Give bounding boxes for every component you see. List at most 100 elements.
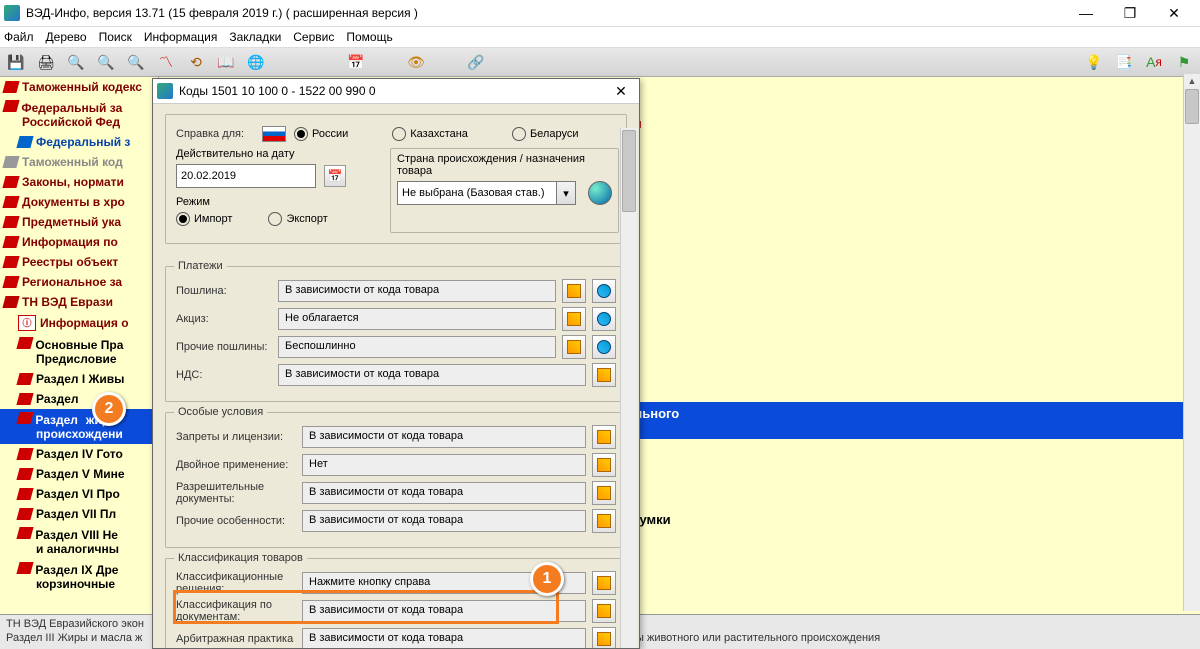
history-icon[interactable]: ⟲: [186, 52, 206, 72]
tree-item[interactable]: Федеральный заРоссийской Фед: [0, 97, 158, 132]
ban-button[interactable]: [592, 425, 616, 449]
dialog-titlebar: Коды 1501 10 100 0 - 1522 00 990 0 ✕: [153, 79, 639, 104]
status-line-1: ТН ВЭД Евразийского экон: [6, 618, 144, 630]
globe-icon[interactable]: 🌐: [246, 52, 266, 72]
dialog-close-button[interactable]: ✕: [607, 81, 635, 101]
menu-bookmarks[interactable]: Закладки: [229, 30, 281, 44]
ban-label: Запреты и лицензии:: [176, 431, 296, 443]
other-duty-label: Прочие пошлины:: [176, 341, 272, 353]
tree-item[interactable]: Раздел VIII Неи аналогичны: [0, 524, 158, 559]
radio-import[interactable]: Импорт: [176, 212, 232, 226]
radio-kazakhstan[interactable]: Казахстана: [392, 127, 468, 141]
maximize-button[interactable]: ❐: [1108, 0, 1152, 26]
tree-item[interactable]: Раздел VI Про: [0, 484, 158, 504]
dual-button[interactable]: [592, 453, 616, 477]
eye-icon[interactable]: 👁: [406, 52, 426, 72]
vat-detail-button[interactable]: [592, 363, 616, 387]
tree-item[interactable]: Региональное за: [0, 272, 158, 292]
tree-item[interactable]: Раздел IV Гото: [0, 444, 158, 464]
tree-item[interactable]: Документы в хро: [0, 192, 158, 212]
scroll-up-icon[interactable]: ▲: [1184, 74, 1200, 88]
dialog-scrollbar[interactable]: [620, 128, 637, 649]
dual-label: Двойное применение:: [176, 459, 296, 471]
date-input[interactable]: [176, 164, 316, 188]
radio-russia[interactable]: России: [294, 127, 348, 141]
arbitr-button[interactable]: [592, 627, 616, 649]
calendar-icon[interactable]: 📅: [346, 52, 366, 72]
tree-item[interactable]: Основные ПраПредисловие: [0, 334, 158, 369]
other-duty-value: Беспошлинно: [278, 336, 556, 358]
tree-item-selected[interactable]: Разделжирпроисхождени: [0, 409, 158, 444]
chart-icon[interactable]: 〽: [156, 52, 176, 72]
payments-group: Платежи Пошлина:В зависимости от кода то…: [165, 266, 627, 402]
bydoc-value: В зависимости от кода товара: [302, 600, 586, 622]
tree-item[interactable]: Законы, нормати: [0, 172, 158, 192]
scroll-thumb[interactable]: [1185, 89, 1199, 124]
tree-item[interactable]: Информация по: [0, 232, 158, 252]
ban-value: В зависимости от кода товара: [302, 426, 586, 448]
tree-item[interactable]: Раздел V Мине: [0, 464, 158, 484]
menu-info[interactable]: Информация: [144, 30, 217, 44]
tree-item[interactable]: Раздел I Живы: [0, 369, 158, 389]
bulb-icon[interactable]: 💡: [1084, 52, 1104, 72]
conditions-group: Особые условия Запреты и лицензии:В зави…: [165, 412, 627, 548]
origin-combo[interactable]: [397, 181, 557, 205]
files-icon[interactable]: 📑: [1114, 52, 1134, 72]
excise-info-button[interactable]: [592, 307, 616, 331]
close-button[interactable]: ✕: [1152, 0, 1196, 26]
origin-label: Страна происхождения / назначения товара: [397, 153, 612, 177]
bydoc-button[interactable]: [592, 599, 616, 623]
duty-value: В зависимости от кода товара: [278, 280, 556, 302]
chevron-down-icon[interactable]: ▾: [557, 181, 576, 205]
conditions-group-label: Особые условия: [174, 406, 267, 418]
other-duty-detail-button[interactable]: [562, 335, 586, 359]
globe-button[interactable]: [588, 181, 612, 205]
tree-item[interactable]: Раздел IX Дрекорзиночные: [0, 559, 158, 594]
excise-value: Не облагается: [278, 308, 556, 330]
other-duty-info-button[interactable]: [592, 335, 616, 359]
print-icon[interactable]: 🖨: [36, 52, 56, 72]
tree-item[interactable]: Таможенный кодекс: [0, 77, 158, 97]
zoom-in-icon[interactable]: 🔍: [96, 52, 116, 72]
radio-belarus[interactable]: Беларуси: [512, 127, 579, 141]
tree-panel: Таможенный кодекс Федеральный заРоссийск…: [0, 77, 159, 614]
vertical-scrollbar[interactable]: ▲: [1183, 74, 1200, 611]
dialog-scroll-thumb[interactable]: [622, 130, 636, 212]
menu-search[interactable]: Поиск: [99, 30, 132, 44]
other-cond-button[interactable]: [592, 509, 616, 533]
tree-item-tnved[interactable]: ТН ВЭД Еврази: [0, 292, 158, 312]
minimize-button[interactable]: —: [1064, 0, 1108, 26]
tree-item[interactable]: Раздел: [0, 389, 158, 409]
calendar-button[interactable]: 📅: [324, 165, 346, 187]
zoom-out-icon[interactable]: 🔍: [66, 52, 86, 72]
mode-label: Режим: [176, 196, 376, 208]
menu-service[interactable]: Сервис: [293, 30, 334, 44]
duty-detail-button[interactable]: [562, 279, 586, 303]
permit-button[interactable]: [592, 481, 616, 505]
radio-export[interactable]: Экспорт: [268, 212, 327, 226]
book-icon[interactable]: 📖: [216, 52, 236, 72]
save-icon[interactable]: 💾: [6, 52, 26, 72]
menu-help[interactable]: Помощь: [346, 30, 392, 44]
permit-label: Разрешительные документы:: [176, 481, 296, 505]
arbitr-value: В зависимости от кода товара: [302, 628, 586, 649]
menu-tree[interactable]: Дерево: [46, 30, 87, 44]
tree-item[interactable]: Предметный ука: [0, 212, 158, 232]
link-icon[interactable]: 🔗: [466, 52, 486, 72]
decisions-label: Классификационные решения:: [176, 571, 296, 595]
arbitr-label: Арбитражная практика: [176, 633, 296, 645]
menu-file[interactable]: Файл: [4, 30, 34, 44]
tree-item[interactable]: Раздел VII Пл: [0, 504, 158, 524]
excise-detail-button[interactable]: [562, 307, 586, 331]
duty-info-button[interactable]: [592, 279, 616, 303]
font-icon[interactable]: Aя: [1144, 52, 1164, 72]
tree-item[interactable]: Реестры объект: [0, 252, 158, 272]
search-icon[interactable]: 🔍: [126, 52, 146, 72]
callout-2: 2: [92, 392, 126, 426]
decisions-button[interactable]: [592, 571, 616, 595]
flag-icon[interactable]: ⚑: [1174, 52, 1194, 72]
tree-item[interactable]: Таможенный код: [0, 152, 158, 172]
tree-item[interactable]: ⓘИнформация о: [0, 312, 158, 334]
vat-value: В зависимости от кода товара: [278, 364, 586, 386]
tree-item[interactable]: Федеральный з: [0, 132, 158, 152]
